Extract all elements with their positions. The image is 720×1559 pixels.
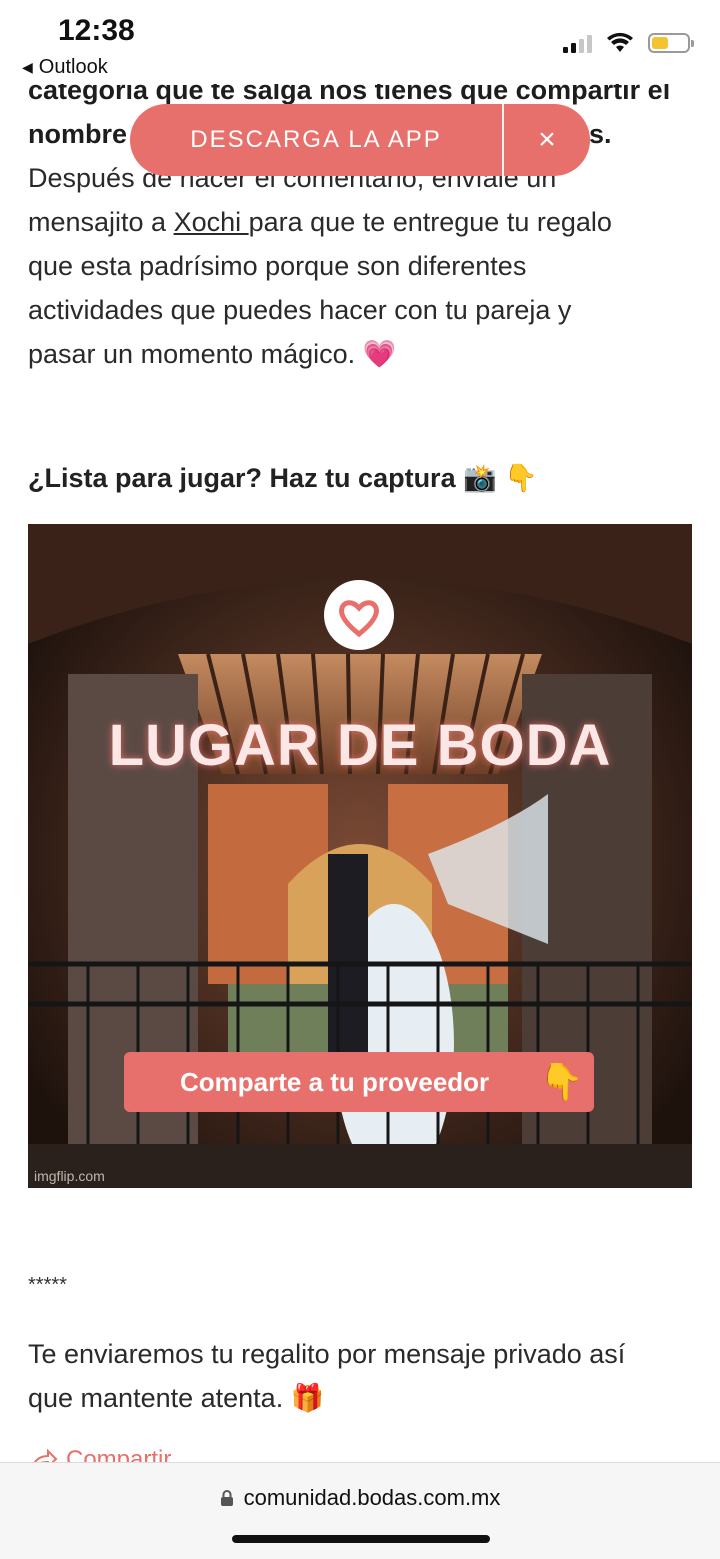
download-app-banner: DESCARGA LA APP × — [130, 104, 590, 176]
section-heading: ¿Lista para jugar? Haz tu captura 📸 👇 — [28, 463, 538, 493]
browser-url-bar[interactable]: comunidad.bodas.com.mx — [0, 1462, 720, 1559]
download-app-button[interactable]: DESCARGA LA APP — [130, 104, 502, 176]
article-line: pasar un momento mágico. 💗 — [28, 339, 397, 369]
article-line: para que te entregue tu regalo — [248, 207, 612, 237]
closing-line: que mantente atenta. 🎁 — [28, 1383, 325, 1413]
share-vendor-label: Comparte a tu proveedor — [180, 1067, 490, 1097]
xochi-link[interactable]: Xochi — [174, 207, 249, 237]
heart-logo-icon — [324, 580, 394, 650]
separator: ***** — [28, 1274, 67, 1296]
back-arrow-icon: ◀ — [22, 59, 33, 75]
url-display[interactable]: comunidad.bodas.com.mx — [0, 1485, 720, 1511]
wifi-icon — [607, 32, 633, 52]
closing-line: Te enviaremos tu regalito por mensaje pr… — [28, 1339, 626, 1369]
back-to-app-link[interactable]: ◀ Outlook — [22, 56, 108, 79]
clock: 12:38 — [58, 14, 135, 47]
back-app-label: Outlook — [38, 56, 108, 78]
closing-paragraph: Te enviaremos tu regalito por mensaje pr… — [28, 1332, 692, 1420]
share-vendor-button[interactable]: Comparte a tu proveedor 👇 — [124, 1052, 594, 1112]
article-line: nombre — [28, 119, 128, 149]
article-line: actividades que puedes hacer con tu pare… — [28, 295, 572, 325]
article-line: s. — [589, 119, 612, 149]
lock-icon — [220, 1490, 233, 1506]
home-indicator[interactable] — [232, 1535, 490, 1543]
url-text: comunidad.bodas.com.mx — [243, 1485, 501, 1510]
system-icons — [563, 32, 694, 54]
signal-icon — [563, 33, 592, 53]
gif-title: LUGAR DE BODA — [108, 713, 612, 778]
pointing-down-icon: 👇 — [539, 1061, 584, 1102]
status-bar: 12:38 ◀ Outlook — [0, 0, 720, 84]
battery-icon — [648, 33, 694, 53]
close-icon[interactable]: × — [504, 104, 590, 176]
article-line: mensajito a — [28, 207, 174, 237]
article-line: que esta padrísimo porque son diferentes — [28, 251, 527, 281]
watermark: imgflip.com — [34, 1168, 105, 1184]
